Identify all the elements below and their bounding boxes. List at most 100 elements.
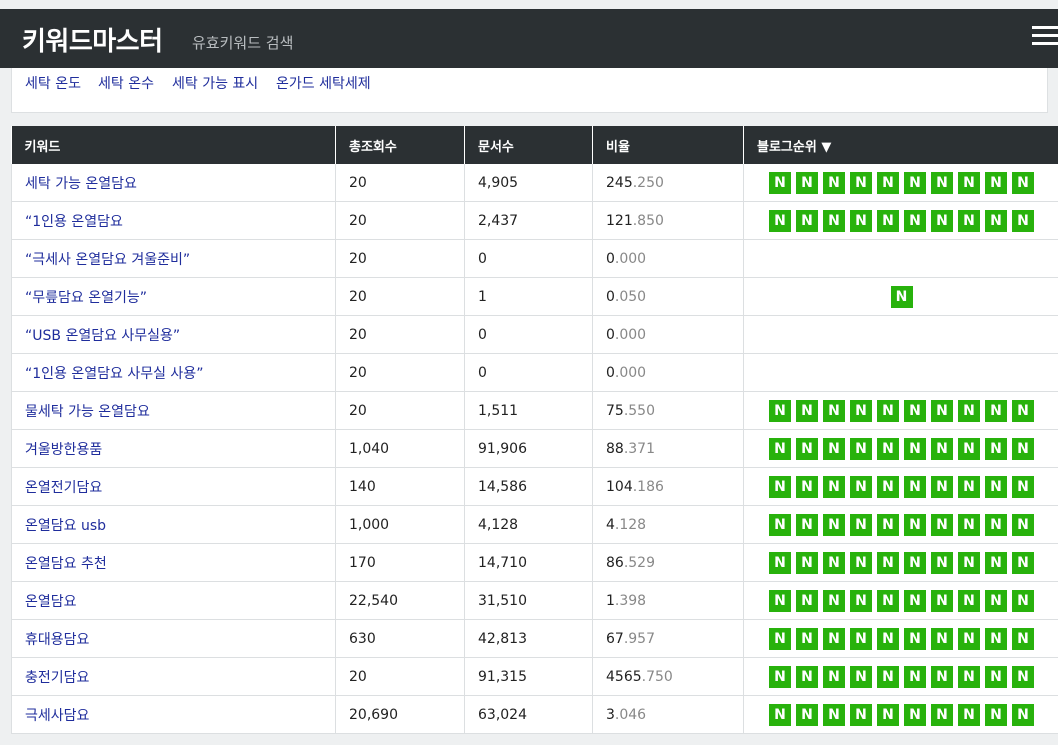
naver-blog-icon[interactable]: N: [823, 551, 845, 574]
naver-blog-icon[interactable]: N: [931, 551, 953, 574]
naver-blog-icon[interactable]: N: [985, 589, 1007, 612]
naver-blog-icon[interactable]: N: [1012, 589, 1034, 612]
naver-blog-icon[interactable]: N: [850, 475, 872, 498]
naver-blog-icon[interactable]: N: [823, 589, 845, 612]
naver-blog-icon[interactable]: N: [877, 551, 899, 574]
naver-blog-icon[interactable]: N: [823, 627, 845, 650]
naver-blog-icon[interactable]: N: [985, 513, 1007, 536]
naver-blog-icon[interactable]: N: [769, 399, 791, 422]
naver-blog-icon[interactable]: N: [904, 475, 926, 498]
naver-blog-icon[interactable]: N: [769, 513, 791, 536]
naver-blog-icon[interactable]: N: [850, 551, 872, 574]
naver-blog-icon[interactable]: N: [796, 627, 818, 650]
naver-blog-icon[interactable]: N: [877, 627, 899, 650]
column-header-ratio[interactable]: 비율: [592, 126, 744, 164]
naver-blog-icon[interactable]: N: [769, 171, 791, 194]
naver-blog-icon[interactable]: N: [877, 665, 899, 688]
naver-blog-icon[interactable]: N: [931, 437, 953, 460]
naver-blog-icon[interactable]: N: [985, 665, 1007, 688]
naver-blog-icon[interactable]: N: [877, 171, 899, 194]
naver-blog-icon[interactable]: N: [1012, 171, 1034, 194]
column-header-blog-rank[interactable]: 블로그순위 ▼: [743, 126, 1058, 164]
keyword-link[interactable]: “무릎담요 온열기능”: [11, 277, 336, 316]
naver-blog-icon[interactable]: N: [931, 703, 953, 726]
naver-blog-icon[interactable]: N: [904, 589, 926, 612]
keyword-link[interactable]: “극세사 온열담요 겨울준비”: [11, 239, 336, 278]
related-tag[interactable]: 세탁 온수: [98, 73, 154, 93]
naver-blog-icon[interactable]: N: [877, 513, 899, 536]
naver-blog-icon[interactable]: N: [1012, 513, 1034, 536]
naver-blog-icon[interactable]: N: [823, 437, 845, 460]
naver-blog-icon[interactable]: N: [1012, 209, 1034, 232]
menu-icon[interactable]: [1032, 26, 1058, 46]
naver-blog-icon[interactable]: N: [1012, 627, 1034, 650]
naver-blog-icon[interactable]: N: [1012, 703, 1034, 726]
naver-blog-icon[interactable]: N: [850, 589, 872, 612]
naver-blog-icon[interactable]: N: [958, 437, 980, 460]
naver-blog-icon[interactable]: N: [877, 475, 899, 498]
naver-blog-icon[interactable]: N: [958, 209, 980, 232]
keyword-link[interactable]: 충전기담요: [11, 657, 336, 696]
brand-logo[interactable]: 키워드마스터: [22, 21, 163, 58]
naver-blog-icon[interactable]: N: [796, 399, 818, 422]
naver-blog-icon[interactable]: N: [931, 475, 953, 498]
naver-blog-icon[interactable]: N: [850, 513, 872, 536]
naver-blog-icon[interactable]: N: [877, 209, 899, 232]
related-tag[interactable]: 온가드 세탁세제: [276, 73, 371, 93]
naver-blog-icon[interactable]: N: [796, 513, 818, 536]
naver-blog-icon[interactable]: N: [823, 513, 845, 536]
naver-blog-icon[interactable]: N: [877, 703, 899, 726]
related-tag[interactable]: 세탁 온도: [25, 73, 81, 93]
naver-blog-icon[interactable]: N: [958, 665, 980, 688]
naver-blog-icon[interactable]: N: [769, 209, 791, 232]
naver-blog-icon[interactable]: N: [958, 513, 980, 536]
naver-blog-icon[interactable]: N: [904, 171, 926, 194]
naver-blog-icon[interactable]: N: [931, 627, 953, 650]
naver-blog-icon[interactable]: N: [823, 209, 845, 232]
naver-blog-icon[interactable]: N: [931, 171, 953, 194]
naver-blog-icon[interactable]: N: [769, 437, 791, 460]
naver-blog-icon[interactable]: N: [769, 475, 791, 498]
naver-blog-icon[interactable]: N: [985, 551, 1007, 574]
naver-blog-icon[interactable]: N: [769, 703, 791, 726]
keyword-link[interactable]: 세탁 가능 온열담요: [11, 164, 336, 202]
keyword-link[interactable]: “USB 온열담요 사무실용”: [11, 315, 336, 354]
naver-blog-icon[interactable]: N: [931, 209, 953, 232]
naver-blog-icon[interactable]: N: [850, 209, 872, 232]
naver-blog-icon[interactable]: N: [904, 551, 926, 574]
naver-blog-icon[interactable]: N: [958, 589, 980, 612]
keyword-link[interactable]: 극세사담요: [11, 695, 336, 734]
naver-blog-icon[interactable]: N: [931, 513, 953, 536]
naver-blog-icon[interactable]: N: [850, 627, 872, 650]
naver-blog-icon[interactable]: N: [769, 627, 791, 650]
keyword-link[interactable]: 온열담요 usb: [11, 505, 336, 544]
naver-blog-icon[interactable]: N: [958, 627, 980, 650]
naver-blog-icon[interactable]: N: [823, 703, 845, 726]
naver-blog-icon[interactable]: N: [904, 627, 926, 650]
naver-blog-icon[interactable]: N: [796, 551, 818, 574]
naver-blog-icon[interactable]: N: [985, 209, 1007, 232]
naver-blog-icon[interactable]: N: [769, 589, 791, 612]
column-header-keyword[interactable]: 키워드: [11, 126, 336, 164]
naver-blog-icon[interactable]: N: [958, 475, 980, 498]
naver-blog-icon[interactable]: N: [958, 399, 980, 422]
keyword-link[interactable]: 온열담요 추천: [11, 543, 336, 582]
naver-blog-icon[interactable]: N: [904, 513, 926, 536]
naver-blog-icon[interactable]: N: [796, 437, 818, 460]
naver-blog-icon[interactable]: N: [1012, 399, 1034, 422]
naver-blog-icon[interactable]: N: [796, 665, 818, 688]
naver-blog-icon[interactable]: N: [823, 665, 845, 688]
keyword-link[interactable]: 온열전기담요: [11, 467, 336, 506]
keyword-link[interactable]: “1인용 온열담요: [11, 201, 336, 240]
keyword-link[interactable]: “1인용 온열담요 사무실 사용”: [11, 353, 336, 392]
naver-blog-icon[interactable]: N: [904, 665, 926, 688]
naver-blog-icon[interactable]: N: [796, 209, 818, 232]
column-header-views[interactable]: 총조회수: [335, 126, 465, 164]
naver-blog-icon[interactable]: N: [985, 627, 1007, 650]
naver-blog-icon[interactable]: N: [958, 703, 980, 726]
naver-blog-icon[interactable]: N: [850, 665, 872, 688]
naver-blog-icon[interactable]: N: [796, 703, 818, 726]
naver-blog-icon[interactable]: N: [904, 703, 926, 726]
naver-blog-icon[interactable]: N: [850, 171, 872, 194]
naver-blog-icon[interactable]: N: [1012, 437, 1034, 460]
